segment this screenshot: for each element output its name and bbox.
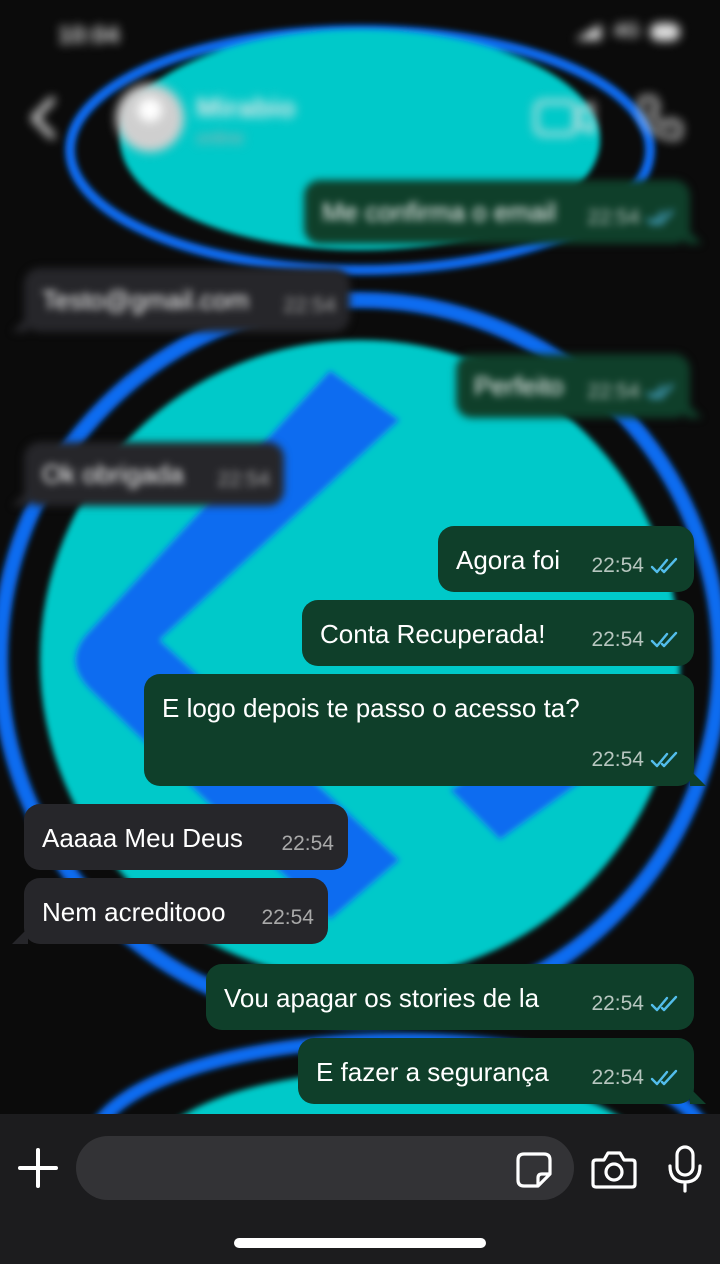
network-label: 4G: [613, 20, 640, 42]
message-text: Aaaaa Meu Deus: [42, 823, 243, 853]
message-text: E logo depois te passo o acesso ta?: [162, 693, 580, 723]
message-text: Vou apagar os stories de la: [224, 983, 540, 1013]
message-bubble-outgoing[interactable]: Agora foi 22:54: [438, 526, 694, 592]
double-check-icon: [650, 751, 678, 768]
message-time: 22:54: [591, 992, 644, 1015]
sticker-icon[interactable]: [514, 1150, 554, 1190]
contact-name[interactable]: Mirabio: [196, 92, 296, 124]
message-bubble-incoming[interactable]: Nem acreditooo 22:54: [12, 878, 328, 944]
home-indicator[interactable]: [234, 1238, 486, 1248]
message-time: 22:54: [587, 380, 640, 403]
message-time: 22:54: [591, 554, 644, 577]
chat-header: Mirabio online: [0, 72, 720, 164]
message-bubble-outgoing[interactable]: Me confirma o email 22:54: [304, 180, 702, 244]
message-input-bar: [0, 1114, 720, 1264]
message-bubble-outgoing[interactable]: Vou apagar os stories de la 22:54: [206, 964, 694, 1030]
message-time: 22:54: [281, 832, 334, 855]
message-text: Ok obrigada: [42, 459, 184, 489]
double-check-icon: [650, 557, 678, 574]
mic-icon[interactable]: [664, 1144, 706, 1194]
status-bar: 10:04 4G: [0, 0, 720, 72]
phone-icon[interactable]: [634, 92, 686, 144]
message-list[interactable]: Me confirma o email 22:54 Testo@gmail.co…: [0, 164, 720, 1114]
message-time: 22:54: [587, 206, 640, 229]
message-meta: 22:54: [281, 828, 334, 860]
message-text: Perfeito: [474, 371, 564, 401]
message-meta: 22:54: [283, 290, 336, 322]
message-input[interactable]: [76, 1136, 574, 1200]
message-bubble-incoming[interactable]: Testo@gmail.com 22:54: [12, 268, 350, 332]
message-meta: 22:54: [591, 550, 680, 582]
message-meta: 22:54: [587, 202, 676, 234]
message-meta: 22:54: [591, 1062, 680, 1094]
message-time: 22:54: [591, 1066, 644, 1089]
message-text: E fazer a segurança: [316, 1057, 549, 1087]
message-bubble-outgoing[interactable]: Perfeito 22:54: [456, 354, 702, 418]
message-bubble-outgoing[interactable]: Conta Recuperada! 22:54: [302, 600, 694, 666]
message-text: Conta Recuperada!: [320, 619, 546, 649]
battery-icon: [650, 22, 680, 41]
contact-status: online: [196, 128, 245, 148]
double-check-icon: [650, 995, 678, 1012]
double-check-icon: [646, 383, 674, 400]
message-meta: 22:54: [591, 988, 680, 1020]
double-check-icon: [650, 1069, 678, 1086]
message-time: 22:54: [217, 468, 270, 491]
signal-icon: [575, 23, 602, 40]
message-bubble-incoming[interactable]: Aaaaa Meu Deus 22:54: [24, 804, 348, 870]
double-check-icon: [650, 631, 678, 648]
message-meta: 22:54: [587, 376, 676, 408]
plus-icon[interactable]: [14, 1144, 62, 1192]
message-time: 22:54: [261, 906, 314, 929]
video-call-icon[interactable]: [532, 96, 596, 140]
camera-icon[interactable]: [590, 1148, 638, 1190]
status-time: 10:04: [58, 22, 120, 49]
message-meta: 22:54: [591, 624, 680, 656]
message-bubble-incoming[interactable]: Ok obrigada 22:54: [12, 442, 284, 506]
back-icon[interactable]: [20, 94, 68, 142]
message-meta: 22:54: [217, 464, 270, 496]
message-time: 22:54: [591, 628, 644, 651]
double-check-icon: [646, 209, 674, 226]
avatar[interactable]: [116, 84, 184, 152]
status-icons: 4G: [573, 20, 680, 43]
message-meta: 22:54: [261, 902, 314, 934]
message-time: 22:54: [591, 748, 644, 771]
message-meta: 22:54: [591, 744, 680, 776]
message-time: 22:54: [283, 294, 336, 317]
message-bubble-outgoing[interactable]: E fazer a segurança 22:54: [298, 1038, 706, 1104]
message-text: Testo@gmail.com: [42, 285, 250, 315]
message-text: Agora foi: [456, 545, 561, 575]
message-bubble-outgoing[interactable]: E logo depois te passo o acesso ta? 22:5…: [144, 674, 706, 786]
message-text: Nem acreditooo: [42, 897, 226, 927]
message-text: Me confirma o email: [322, 197, 557, 227]
